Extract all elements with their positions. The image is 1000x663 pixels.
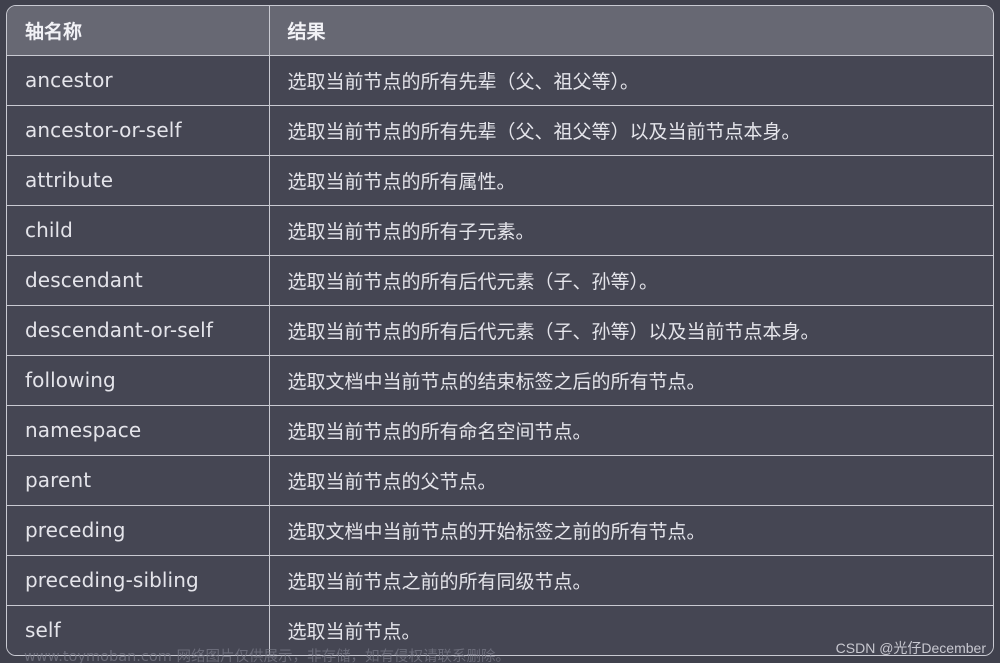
table-row: preceding 选取文档中当前节点的开始标签之前的所有节点。	[7, 505, 993, 556]
axis-name-cell: ancestor-or-self	[7, 105, 270, 156]
table-row: following 选取文档中当前节点的结束标签之后的所有节点。	[7, 355, 993, 406]
result-cell: 选取当前节点的所有子元素。	[269, 205, 993, 256]
header-axis-name: 轴名称	[7, 6, 270, 56]
watermark-text: www.toymoban.com 网络图片仅供展示，非存储，如有侵权请联系删除。	[24, 649, 510, 663]
result-cell: 选取当前节点的所有命名空间节点。	[269, 405, 993, 456]
axis-name-cell: namespace	[7, 405, 270, 456]
table-row: preceding-sibling 选取当前节点之前的所有同级节点。	[7, 555, 993, 606]
page: 轴名称 结果 ancestor 选取当前节点的所有先辈（父、祖父等）。 ances…	[0, 0, 1000, 663]
result-cell: 选取当前节点的所有后代元素（子、孙等）以及当前节点本身。	[269, 305, 993, 356]
axis-name-cell: child	[7, 205, 270, 256]
author-credit: CSDN @光仔December	[835, 640, 986, 656]
result-cell: 选取当前节点的父节点。	[269, 455, 993, 506]
xpath-axes-table: 轴名称 结果 ancestor 选取当前节点的所有先辈（父、祖父等）。 ances…	[7, 6, 993, 655]
table-row: ancestor-or-self 选取当前节点的所有先辈（父、祖父等）以及当前节点…	[7, 105, 993, 156]
axis-name-cell: preceding	[7, 505, 270, 556]
axis-name-cell: following	[7, 355, 270, 406]
result-cell: 选取当前节点的所有先辈（父、祖父等）。	[269, 55, 993, 106]
table-row: child 选取当前节点的所有子元素。	[7, 205, 993, 256]
xpath-axes-table-container: 轴名称 结果 ancestor 选取当前节点的所有先辈（父、祖父等）。 ances…	[6, 5, 994, 656]
table-row: namespace 选取当前节点的所有命名空间节点。	[7, 405, 993, 456]
table-row: ancestor 选取当前节点的所有先辈（父、祖父等）。	[7, 55, 993, 106]
result-cell: 选取文档中当前节点的结束标签之后的所有节点。	[269, 355, 993, 406]
axis-name-cell: ancestor	[7, 55, 270, 106]
axis-name-cell: descendant	[7, 255, 270, 306]
axis-name-cell: descendant-or-self	[7, 305, 270, 356]
result-cell: 选取当前节点的所有属性。	[269, 155, 993, 206]
axis-name-cell: attribute	[7, 155, 270, 206]
result-cell: 选取当前节点之前的所有同级节点。	[269, 555, 993, 606]
table-row: parent 选取当前节点的父节点。	[7, 455, 993, 506]
axis-name-cell: parent	[7, 455, 270, 506]
table-header-row: 轴名称 结果	[7, 6, 993, 56]
result-cell: 选取当前节点的所有先辈（父、祖父等）以及当前节点本身。	[269, 105, 993, 156]
table-row: descendant 选取当前节点的所有后代元素（子、孙等）。	[7, 255, 993, 306]
result-cell: 选取文档中当前节点的开始标签之前的所有节点。	[269, 505, 993, 556]
table-row: descendant-or-self 选取当前节点的所有后代元素（子、孙等）以及当…	[7, 305, 993, 356]
table-body: ancestor 选取当前节点的所有先辈（父、祖父等）。 ancestor-or-…	[7, 55, 993, 655]
table-row: attribute 选取当前节点的所有属性。	[7, 155, 993, 206]
axis-name-cell: preceding-sibling	[7, 555, 270, 606]
result-cell: 选取当前节点的所有后代元素（子、孙等）。	[269, 255, 993, 306]
header-result: 结果	[269, 6, 993, 56]
